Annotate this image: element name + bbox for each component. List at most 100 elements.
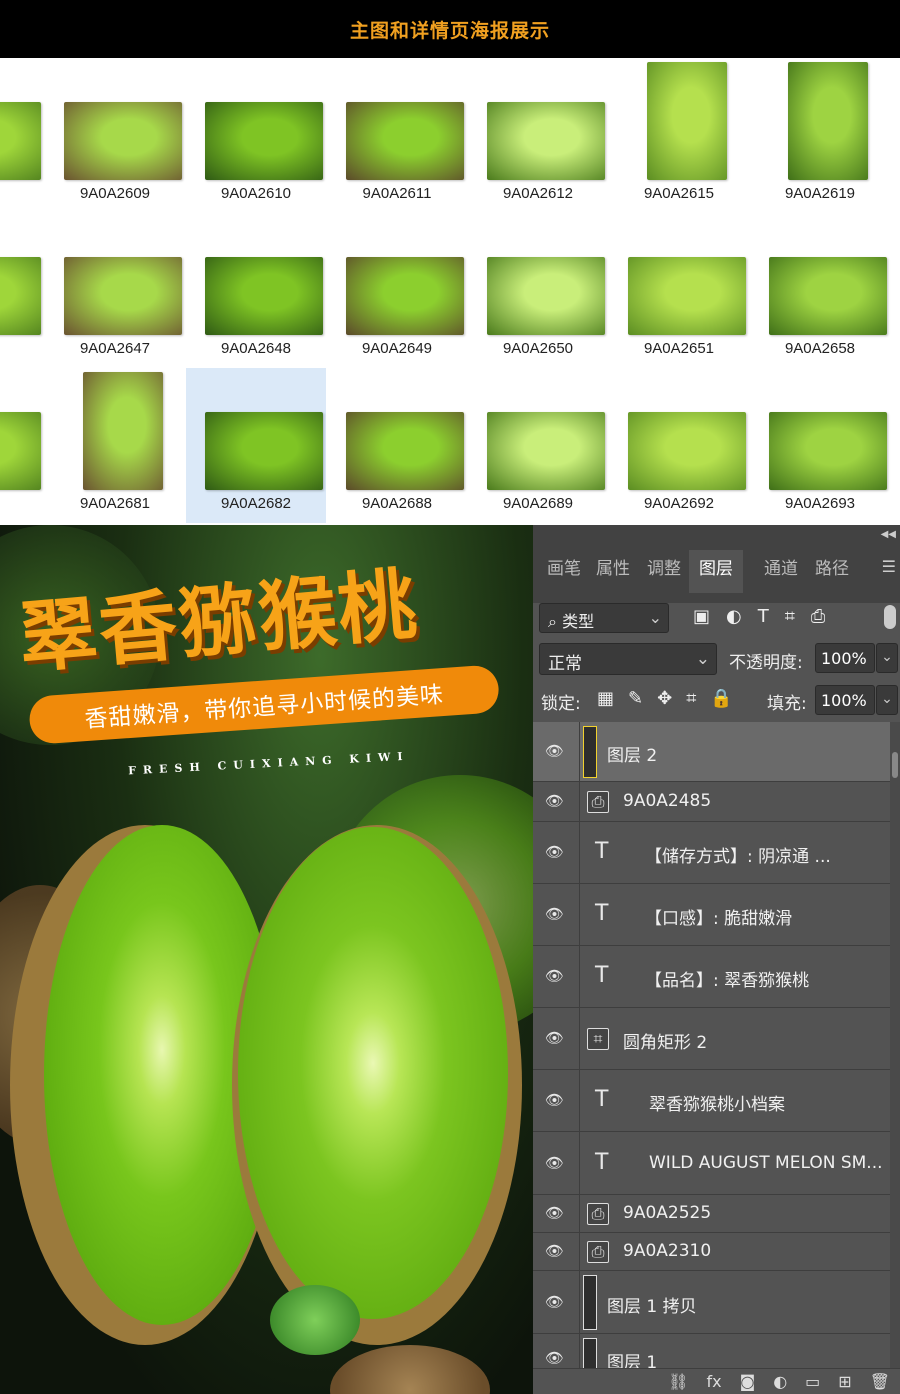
layer-filter-select[interactable]: ⌕ 类型 ⌄ [539, 603, 669, 633]
layers-scrollbar[interactable] [890, 722, 900, 1372]
layer-row[interactable]: 👁 图层 2 [533, 722, 890, 782]
thumbnail-label: 545 [0, 340, 44, 357]
thumbnail[interactable]: 9A0A2658 [750, 213, 890, 368]
folder-icon[interactable]: ▭ [805, 1372, 820, 1394]
layer-name: 9A0A2525 [623, 1203, 712, 1223]
thumbnail[interactable]: 9A0A2648 [186, 213, 326, 368]
visibility-eye-icon[interactable]: 👁 [545, 1349, 564, 1367]
fx-icon[interactable]: fx [707, 1372, 722, 1394]
filter-toggle[interactable] [884, 605, 896, 629]
thumbnail[interactable]: 9A0A2682 [186, 368, 326, 523]
layers-bottom-toolbar: ⛓ fx ◙ ◐ ▭ ⊞ 🗑 [533, 1368, 900, 1394]
layer-divider [579, 946, 580, 1007]
thumbnail-image [788, 62, 868, 180]
thumbnail[interactable]: 9A0A2693 [750, 368, 890, 523]
thumbnail[interactable]: 9A0A2619 [750, 58, 890, 213]
layer-row[interactable]: 👁 图层 1 拷贝 [533, 1271, 890, 1334]
layer-row[interactable]: 👁 T 翠香猕猴桃小档案 [533, 1070, 890, 1132]
layer-thumbnail [583, 1338, 597, 1372]
thumbnail-image [487, 102, 605, 180]
visibility-eye-icon[interactable]: 👁 [545, 905, 564, 923]
visibility-eye-icon[interactable]: 👁 [545, 1091, 564, 1109]
smart-object-filter-icon[interactable]: ⎙ [811, 606, 825, 627]
visibility-eye-icon[interactable]: 👁 [545, 1204, 564, 1222]
fill-input[interactable]: 100% [815, 685, 875, 715]
thumbnail[interactable]: 9A0A2609 [45, 58, 185, 213]
visibility-eye-icon[interactable]: 👁 [545, 967, 564, 985]
file-browser-grid: 508 9A0A2609 9A0A2610 9A0A2611 9A0A2612 9A0A2… [0, 58, 900, 525]
thumbnail[interactable]: 9A0A2647 [45, 213, 185, 368]
adjustment-filter-icon[interactable]: ◐ [726, 606, 742, 627]
layer-row[interactable]: 👁 ⎙ 9A0A2310 [533, 1233, 890, 1271]
visibility-eye-icon[interactable]: 👁 [545, 1154, 564, 1172]
layer-row[interactable]: 👁 ⌗ 圆角矩形 2 [533, 1008, 890, 1070]
blend-mode-select[interactable]: 正常 ⌄ [539, 643, 717, 675]
layer-row[interactable]: 👁 图层 1 [533, 1334, 890, 1372]
visibility-eye-icon[interactable]: 👁 [545, 1242, 564, 1260]
shape-filter-icon[interactable]: ⌗ [785, 606, 795, 627]
adjustment-icon[interactable]: ◐ [773, 1372, 787, 1394]
lock-transparent-icon[interactable]: ▦ [597, 688, 614, 709]
lock-all-icon[interactable]: 🔒 [710, 688, 732, 709]
thumbnail[interactable]: 9A0A2681 [45, 368, 185, 523]
thumbnail[interactable]: 9A0A2615 [609, 58, 749, 213]
layers-panel: ◀◀ 画笔 属性 调整 图层 通道 路径 ☰ ⌕ 类型 ⌄ ▣ ◐ T ⌗ ⎙ … [533, 525, 900, 1394]
tab-channels[interactable]: 通道 [764, 554, 798, 579]
layer-filter-value: 类型 [562, 612, 595, 631]
image-filter-icon[interactable]: ▣ [693, 606, 710, 627]
thumbnail-image [205, 102, 323, 180]
tab-layers[interactable]: 图层 [689, 550, 743, 593]
trash-icon[interactable]: 🗑 [870, 1372, 890, 1394]
scrollbar-thumb[interactable] [892, 752, 898, 778]
thumbnail[interactable]: 9A0A2649 [327, 213, 467, 368]
new-layer-icon[interactable]: ⊞ [838, 1372, 851, 1394]
chevron-down-icon: ⌄ [648, 608, 662, 627]
thumbnail[interactable]: 9A0A2688 [327, 368, 467, 523]
opacity-input[interactable]: 100% [815, 643, 875, 673]
thumbnail-image [0, 412, 41, 490]
thumbnail[interactable]: 9A0A2651 [609, 213, 749, 368]
visibility-eye-icon[interactable]: 👁 [545, 843, 564, 861]
visibility-eye-icon[interactable]: 👁 [545, 792, 564, 810]
lock-artboard-icon[interactable]: ⌗ [686, 688, 696, 709]
thumbnail-image [628, 257, 746, 335]
thumbnail-label: 9A0A2649 [361, 340, 433, 357]
text-layer-icon: T [595, 1149, 609, 1175]
visibility-eye-icon[interactable]: 👁 [545, 1293, 564, 1311]
layer-row[interactable]: 👁 T 【品名】: 翠香猕猴桃 [533, 946, 890, 1008]
thumbnail-label: 9A0A2612 [502, 185, 574, 202]
thumbnail[interactable]: 9A0A2610 [186, 58, 326, 213]
panel-menu-icon[interactable]: ☰ [882, 557, 896, 576]
visibility-eye-icon[interactable]: 👁 [545, 1029, 564, 1047]
link-icon[interactable]: ⛓ [668, 1372, 688, 1394]
thumbnail[interactable]: 9A0A2611 [327, 58, 467, 213]
fill-dropdown[interactable]: ⌄ [876, 685, 898, 715]
thumbnail[interactable]: 508 [0, 58, 44, 213]
thumbnail-image [487, 412, 605, 490]
mask-icon[interactable]: ◙ [740, 1372, 756, 1394]
layer-row[interactable]: 👁 T WILD AUGUST MELON SM... [533, 1132, 890, 1195]
collapse-icon[interactable]: ◀◀ [881, 529, 896, 540]
layer-divider [579, 1334, 580, 1372]
tab-brush[interactable]: 画笔 [547, 554, 581, 579]
layer-row[interactable]: 👁 ⎙ 9A0A2525 [533, 1195, 890, 1233]
thumbnail[interactable]: 580 [0, 368, 44, 523]
opacity-dropdown[interactable]: ⌄ [876, 643, 898, 673]
tab-paths[interactable]: 路径 [815, 554, 849, 579]
text-filter-icon[interactable]: T [758, 606, 769, 627]
lock-brush-icon[interactable]: ✎ [628, 688, 643, 709]
thumbnail-image [346, 102, 464, 180]
lock-label: 锁定: [541, 694, 581, 714]
thumbnail[interactable]: 9A0A2612 [468, 58, 608, 213]
thumbnail[interactable]: 9A0A2650 [468, 213, 608, 368]
visibility-eye-icon[interactable]: 👁 [545, 742, 564, 760]
layer-row[interactable]: 👁 ⎙ 9A0A2485 [533, 782, 890, 822]
thumbnail[interactable]: 9A0A2689 [468, 368, 608, 523]
thumbnail[interactable]: 545 [0, 213, 44, 368]
layer-row[interactable]: 👁 T 【口感】: 脆甜嫩滑 [533, 884, 890, 946]
thumbnail[interactable]: 9A0A2692 [609, 368, 749, 523]
tab-properties[interactable]: 属性 [596, 554, 630, 579]
lock-move-icon[interactable]: ✥ [657, 688, 672, 709]
tab-adjustments[interactable]: 调整 [647, 554, 681, 579]
layer-row[interactable]: 👁 T 【储存方式】: 阴凉通 ... [533, 822, 890, 884]
